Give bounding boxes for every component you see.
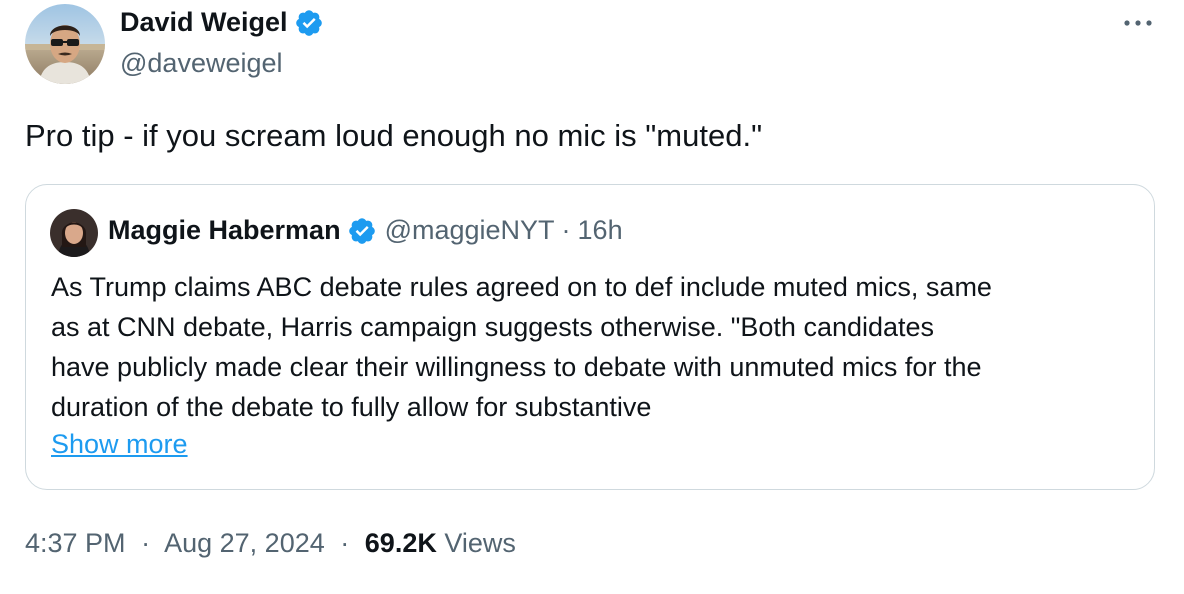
show-more-link[interactable]: Show more <box>51 429 188 460</box>
quoted-author-name[interactable]: Maggie Haberman <box>108 215 341 246</box>
quoted-tweet-time[interactable]: 16h <box>578 215 623 246</box>
quoted-tweet-text: As Trump claims ABC debate rules agreed … <box>51 267 1141 427</box>
tweet-time[interactable]: 4:37 PM <box>25 528 126 558</box>
quoted-tweet-text-line: have publicly made clear their willingne… <box>51 352 982 382</box>
quoted-author-avatar[interactable] <box>50 209 98 257</box>
author-handle[interactable]: @daveweigel <box>120 48 283 79</box>
quoted-tweet-text-line: As Trump claims ABC debate rules agreed … <box>51 272 992 302</box>
quoted-tweet-text-line: duration of the debate to fully allow fo… <box>51 392 652 422</box>
quoted-tweet-text-line: as at CNN debate, Harris campaign sugges… <box>51 312 935 342</box>
tweet-date[interactable]: Aug 27, 2024 <box>164 528 325 558</box>
views-label[interactable]: Views <box>444 528 516 558</box>
verified-badge-icon <box>348 217 375 244</box>
more-horizontal-icon <box>1124 20 1152 26</box>
author-name[interactable]: David Weigel <box>120 7 288 38</box>
tweet-meta: 4:37 PM · Aug 27, 2024 · 69.2K Views <box>25 528 516 559</box>
views-count[interactable]: 69.2K <box>365 528 437 558</box>
separator-dot: · <box>141 528 151 558</box>
author-avatar[interactable] <box>25 4 105 84</box>
quoted-author-avatar-image <box>50 209 98 257</box>
separator-dot: · <box>340 528 350 558</box>
quoted-tweet-header: Maggie Haberman @maggieNYT · 16h <box>108 215 623 246</box>
quoted-tweet-card[interactable]: Maggie Haberman @maggieNYT · 16h As Trum… <box>25 184 1155 490</box>
verified-badge-icon <box>295 9 322 36</box>
more-options-button[interactable] <box>1118 8 1158 38</box>
author-name-row[interactable]: David Weigel <box>120 7 324 38</box>
quoted-author-handle[interactable]: @maggieNYT <box>385 215 555 246</box>
separator-dot: · <box>561 215 571 245</box>
tweet-text: Pro tip - if you scream loud enough no m… <box>25 118 763 153</box>
author-avatar-image <box>25 4 105 84</box>
